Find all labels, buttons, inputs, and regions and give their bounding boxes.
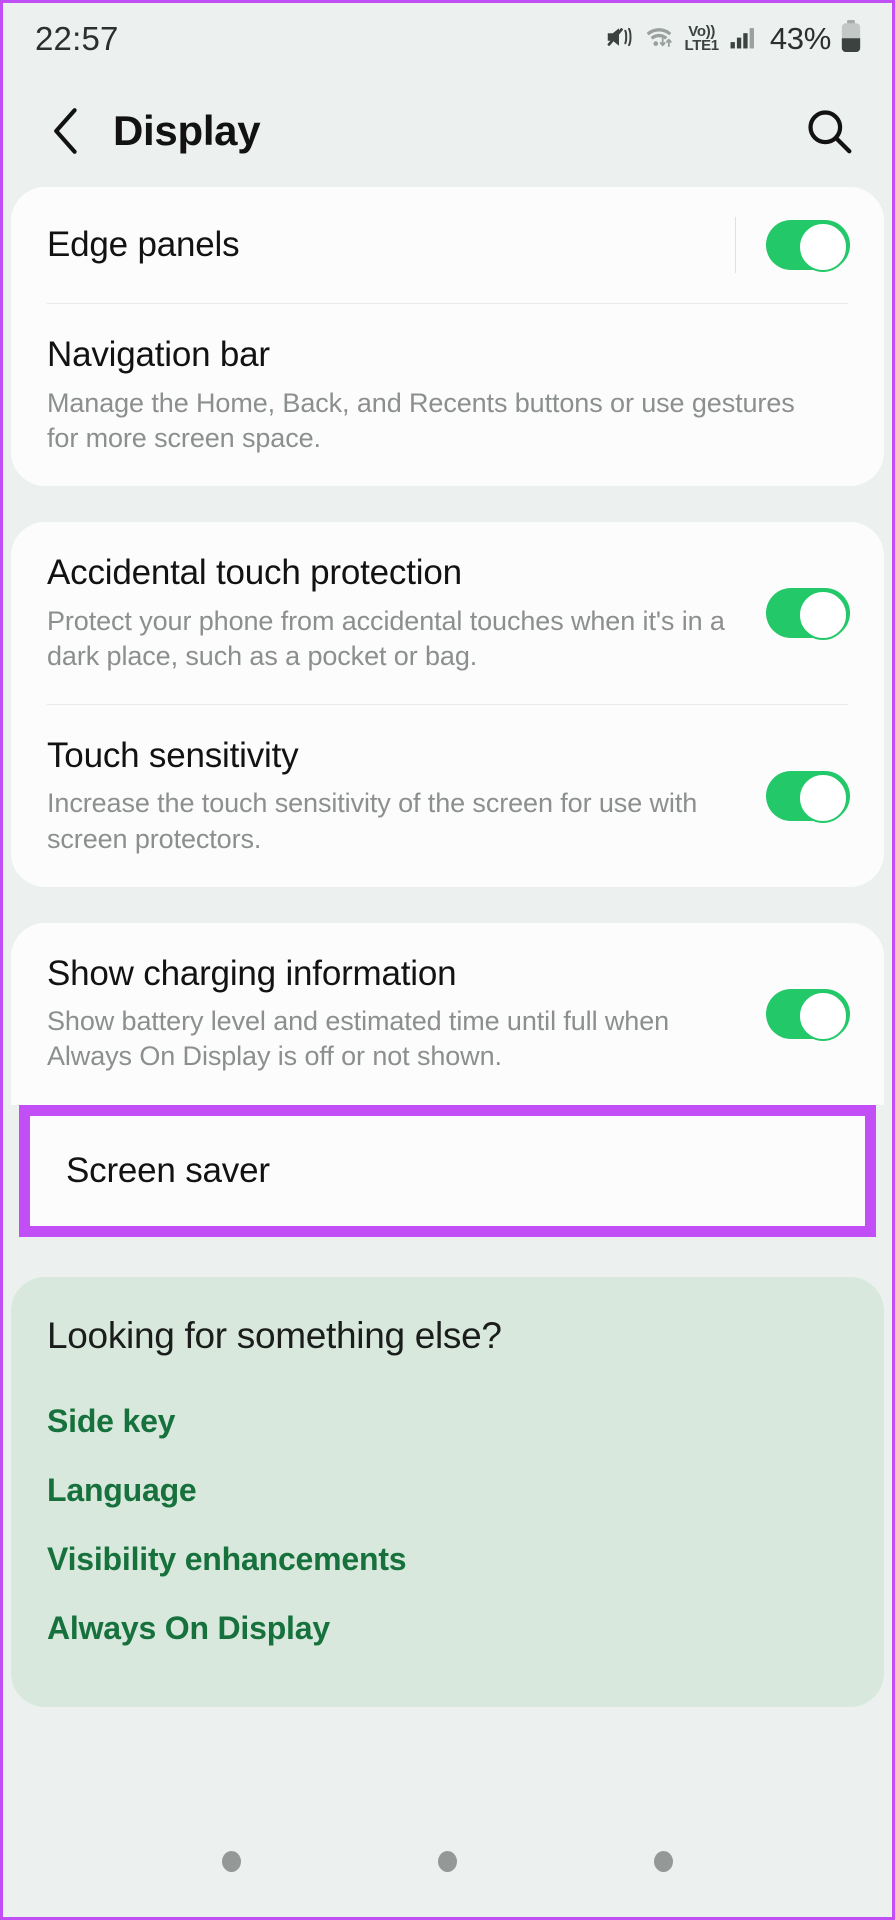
row-texts: Show charging information Show battery l… bbox=[47, 953, 766, 1075]
settings-list: Edge panels Navigation bar Manage the Ho… bbox=[3, 187, 892, 1708]
setting-row-edge-panels[interactable]: Edge panels bbox=[11, 187, 884, 303]
row-title: Screen saver bbox=[66, 1150, 270, 1190]
back-button[interactable] bbox=[39, 105, 91, 157]
toggle-show-charging-information[interactable] bbox=[766, 988, 850, 1041]
home-dot-button[interactable] bbox=[437, 1850, 457, 1872]
suggestions-card: Looking for something else? Side key Lan… bbox=[11, 1277, 884, 1708]
toggle-accidental-touch-protection[interactable] bbox=[766, 587, 850, 640]
toggle-edge-panels[interactable] bbox=[766, 220, 850, 272]
setting-row-touch-sensitivity[interactable]: Touch sensitivity Increase the touch sen… bbox=[11, 705, 884, 887]
mute-vibrate-icon bbox=[604, 22, 634, 57]
toggle-touch-sensitivity[interactable] bbox=[766, 770, 850, 823]
setting-row-navigation-bar[interactable]: Navigation bar Manage the Home, Back, an… bbox=[11, 304, 884, 486]
row-texts: Edge panels bbox=[47, 224, 735, 267]
row-texts: Touch sensitivity Increase the touch sen… bbox=[47, 735, 766, 857]
row-description: Increase the touch sensitivity of the sc… bbox=[47, 788, 698, 854]
row-description: Protect your phone from accidental touch… bbox=[47, 605, 725, 671]
back-dot-button[interactable] bbox=[654, 1850, 674, 1872]
settings-group-3: Show charging information Show battery l… bbox=[11, 922, 884, 1105]
row-title: Navigation bar bbox=[47, 335, 270, 374]
toggle-wrap bbox=[766, 587, 850, 640]
status-clock: 22:57 bbox=[35, 20, 119, 57]
signal-bars-icon bbox=[728, 23, 756, 56]
row-texts: Accidental touch protection Protect your… bbox=[47, 552, 766, 674]
volte-label-bottom: LTE1 bbox=[684, 37, 719, 54]
app-bar: Display bbox=[3, 75, 892, 187]
recents-dot-button[interactable] bbox=[221, 1850, 241, 1872]
navigation-bar bbox=[3, 1805, 892, 1917]
search-icon bbox=[808, 110, 852, 154]
settings-group-2: Accidental touch protection Protect your… bbox=[11, 521, 884, 887]
phone-screen: 22:57 Vo)) LTE1 43% Display Edge panels … bbox=[0, 0, 895, 1920]
status-icon-tray: Vo)) LTE1 43% bbox=[604, 19, 862, 59]
status-bar: 22:57 Vo)) LTE1 43% bbox=[3, 3, 892, 75]
row-description: Show battery level and estimated time un… bbox=[47, 1006, 670, 1072]
wifi-icon bbox=[643, 22, 675, 57]
row-title: Edge panels bbox=[47, 224, 240, 264]
setting-row-screen-saver[interactable]: Screen saver bbox=[30, 1116, 865, 1227]
row-title: Touch sensitivity bbox=[47, 735, 299, 775]
battery-icon bbox=[840, 19, 862, 59]
toggle-wrap bbox=[766, 988, 850, 1041]
setting-row-show-charging-information[interactable]: Show charging information Show battery l… bbox=[11, 923, 884, 1105]
highlight-annotation-box: Screen saver bbox=[19, 1104, 876, 1238]
suggestion-link-always-on-display[interactable]: Always On Display bbox=[47, 1594, 848, 1663]
suggestion-link-language[interactable]: Language bbox=[47, 1456, 848, 1525]
row-title: Accidental touch protection bbox=[47, 552, 462, 592]
suggestions-title: Looking for something else? bbox=[47, 1315, 502, 1357]
back-chevron-icon bbox=[54, 108, 77, 154]
settings-group-1: Edge panels Navigation bar Manage the Ho… bbox=[11, 187, 884, 486]
row-texts: Screen saver bbox=[66, 1150, 829, 1193]
search-button[interactable] bbox=[800, 102, 858, 160]
row-title: Show charging information bbox=[47, 953, 457, 993]
page-title: Display bbox=[113, 107, 261, 154]
row-description: Manage the Home, Back, and Recents butto… bbox=[47, 387, 795, 453]
battery-percent-label: 43% bbox=[769, 21, 831, 56]
toggle-divider bbox=[735, 217, 736, 273]
suggestion-link-visibility-enhancements[interactable]: Visibility enhancements bbox=[47, 1525, 848, 1594]
volte-icon: Vo)) LTE1 bbox=[684, 24, 719, 54]
setting-row-accidental-touch-protection[interactable]: Accidental touch protection Protect your… bbox=[11, 522, 884, 704]
toggle-wrap bbox=[766, 770, 850, 823]
suggestion-link-side-key[interactable]: Side key bbox=[47, 1387, 848, 1456]
row-texts: Navigation bar Manage the Home, Back, an… bbox=[47, 334, 850, 456]
toggle-wrap bbox=[735, 217, 850, 273]
